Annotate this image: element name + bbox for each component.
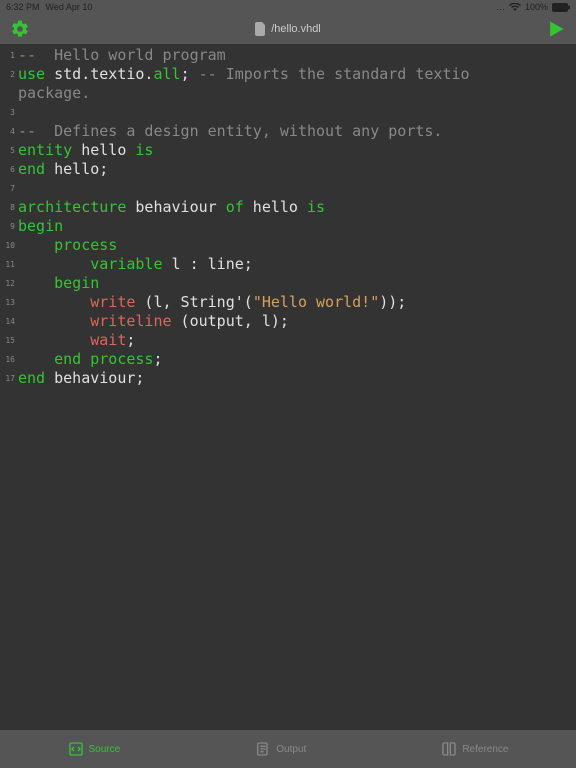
code-line[interactable]: variable l : line; (18, 255, 576, 274)
code-line[interactable]: package. (18, 84, 576, 103)
status-date: Wed Apr 10 (46, 2, 93, 12)
run-button[interactable] (546, 19, 566, 39)
code-line[interactable]: -- Defines a design entity, without any … (18, 122, 576, 141)
tab-source[interactable]: Source (68, 741, 121, 757)
code-line[interactable]: writeline (output, l); (18, 312, 576, 331)
tab-output[interactable]: Output (255, 741, 306, 757)
status-time: 6:32 PM (6, 2, 40, 12)
code-line[interactable]: architecture behaviour of hello is (18, 198, 576, 217)
code-line[interactable]: end behaviour; (18, 369, 576, 388)
code-editor[interactable]: 1234567891011121314151617 -- Hello world… (0, 44, 576, 730)
tab-source-label: Source (89, 744, 121, 755)
code-line[interactable]: end process; (18, 350, 576, 369)
output-icon (255, 741, 271, 757)
code-line[interactable] (18, 103, 576, 122)
tab-reference-label: Reference (462, 744, 508, 755)
filename-label: /hello.vhdl (271, 23, 321, 35)
code-line[interactable]: process (18, 236, 576, 255)
wifi-icon: … (496, 2, 505, 12)
status-bar: 6:32 PM Wed Apr 10 … 100% (0, 0, 576, 14)
code-line[interactable]: end hello; (18, 160, 576, 179)
wifi-icon (509, 3, 521, 12)
code-line[interactable] (18, 179, 576, 198)
code-line[interactable]: write (l, String'("Hello world!")); (18, 293, 576, 312)
code-line[interactable]: begin (18, 274, 576, 293)
code-line[interactable]: begin (18, 217, 576, 236)
code-line[interactable]: use std.textio.all; -- Imports the stand… (18, 65, 576, 84)
code-area[interactable]: -- Hello world programuse std.textio.all… (18, 44, 576, 730)
code-line[interactable]: entity hello is (18, 141, 576, 160)
bottom-tab-bar: Source Output Reference (0, 730, 576, 768)
source-icon (68, 741, 84, 757)
file-icon (255, 22, 267, 36)
top-bar: /hello.vhdl (0, 14, 576, 44)
tab-output-label: Output (276, 744, 306, 755)
code-line[interactable]: wait; (18, 331, 576, 350)
tab-reference[interactable]: Reference (441, 741, 508, 757)
battery-pct: 100% (525, 2, 548, 12)
reference-icon (441, 741, 457, 757)
code-line[interactable]: -- Hello world program (18, 46, 576, 65)
file-title[interactable]: /hello.vhdl (30, 22, 546, 36)
settings-icon[interactable] (10, 19, 30, 39)
line-gutter: 1234567891011121314151617 (0, 44, 18, 730)
battery-icon (552, 3, 570, 12)
